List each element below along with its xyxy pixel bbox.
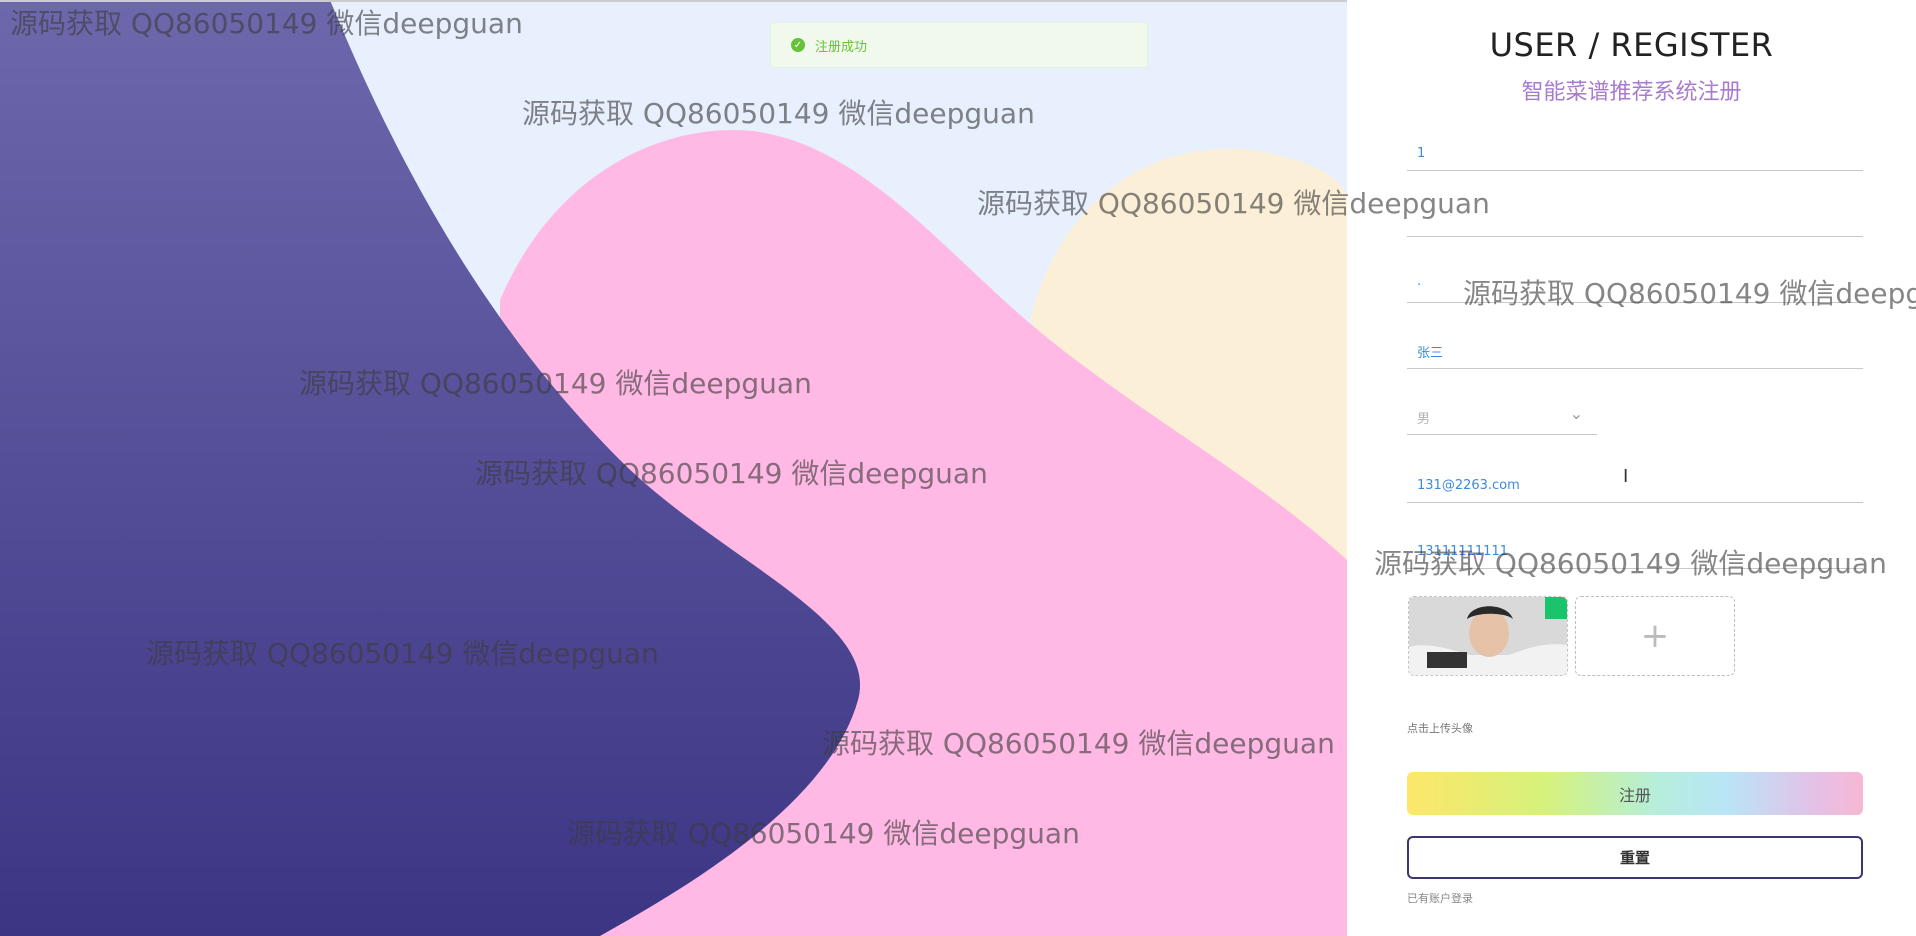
success-toast: ✓ 注册成功 — [770, 22, 1148, 68]
avatar-image — [1409, 597, 1567, 675]
toast-text: 注册成功 — [815, 39, 868, 55]
background-illustration — [0, 0, 1347, 936]
avatar-preview[interactable] — [1408, 596, 1568, 676]
realname-input[interactable] — [1407, 334, 1863, 368]
chevron-down-icon: ⌄ — [1569, 404, 1583, 423]
email-input[interactable] — [1407, 468, 1863, 502]
confirm-password-input[interactable] — [1407, 268, 1863, 302]
register-panel: USER / REGISTER 智能菜谱推荐系统注册 男 ⌄ + 点击上传头像 … — [1347, 0, 1916, 936]
register-button[interactable]: 注册 — [1407, 772, 1863, 815]
form-title: USER / REGISTER — [1489, 26, 1774, 64]
realname-field — [1407, 334, 1863, 369]
upload-hint: 点击上传头像 — [1407, 722, 1473, 735]
confirm-password-field — [1407, 268, 1863, 303]
account-field — [1407, 136, 1863, 171]
upload-success-badge — [1545, 597, 1567, 619]
plus-icon: + — [1640, 616, 1670, 656]
phone-input[interactable] — [1407, 534, 1863, 568]
form-subtitle: 智能菜谱推荐系统注册 — [1521, 80, 1742, 105]
gender-value: 男 — [1417, 412, 1431, 427]
password-input[interactable] — [1407, 202, 1863, 236]
email-field — [1407, 468, 1863, 503]
text-cursor-icon: I — [1623, 466, 1629, 487]
phone-field — [1407, 534, 1863, 569]
password-field — [1407, 202, 1863, 237]
reset-button[interactable]: 重置 — [1407, 836, 1863, 879]
avatar-upload-button[interactable]: + — [1575, 596, 1735, 676]
login-link[interactable]: 已有账户登录 — [1407, 890, 1473, 906]
gender-select[interactable]: 男 ⌄ — [1407, 398, 1597, 435]
check-circle-icon: ✓ — [791, 38, 805, 52]
account-input[interactable] — [1407, 136, 1863, 170]
